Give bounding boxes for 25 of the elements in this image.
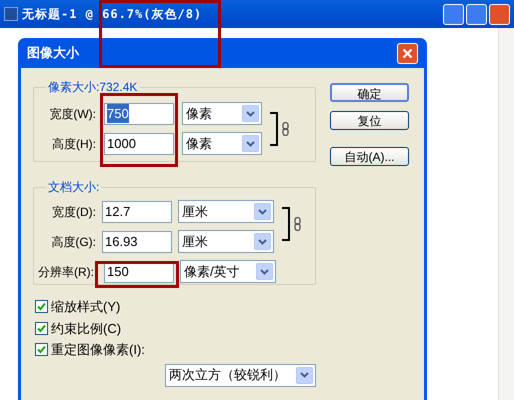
field-label: 高度(H): bbox=[51, 136, 96, 152]
unit-dropdown[interactable]: 像素 bbox=[182, 102, 262, 125]
number-field[interactable]: 12.7 bbox=[102, 200, 172, 222]
number-field[interactable]: 16.93 bbox=[102, 230, 172, 252]
window-title: 无标题-1 @ 66.7%(灰色/8) bbox=[22, 6, 202, 23]
group-title: 文档大小: bbox=[47, 179, 100, 196]
checkbox-label: 约束比例(C) bbox=[51, 320, 122, 338]
unit-dropdown[interactable]: 厘米 bbox=[178, 200, 274, 223]
field-label: 分辨率(R): bbox=[38, 264, 92, 280]
group-title: 像素大小:732.4K bbox=[47, 79, 138, 96]
unit-dropdown[interactable]: 两次立方（较锐利） bbox=[165, 364, 316, 386]
dialog-button[interactable]: 复位 bbox=[330, 111, 409, 130]
checkbox-label: 重定图像像素(I): bbox=[51, 341, 145, 359]
dialog-button[interactable]: 确定 bbox=[330, 83, 409, 102]
unit-dropdown[interactable]: 像素/英寸 bbox=[180, 260, 276, 283]
number-field[interactable]: 750 bbox=[104, 102, 174, 124]
dialog-title: 图像大小 bbox=[27, 44, 79, 62]
number-field[interactable]: 1000 bbox=[104, 132, 174, 154]
field-label: 高度(G): bbox=[50, 234, 96, 250]
field-label: 宽度(D): bbox=[51, 204, 96, 220]
checkbox-label: 缩放样式(Y) bbox=[51, 298, 120, 316]
dialog-button[interactable]: 自动(A)... bbox=[330, 147, 409, 166]
unit-dropdown[interactable]: 像素 bbox=[182, 132, 262, 155]
unit-dropdown[interactable]: 厘米 bbox=[178, 230, 274, 253]
field-label: 宽度(W): bbox=[48, 106, 96, 122]
